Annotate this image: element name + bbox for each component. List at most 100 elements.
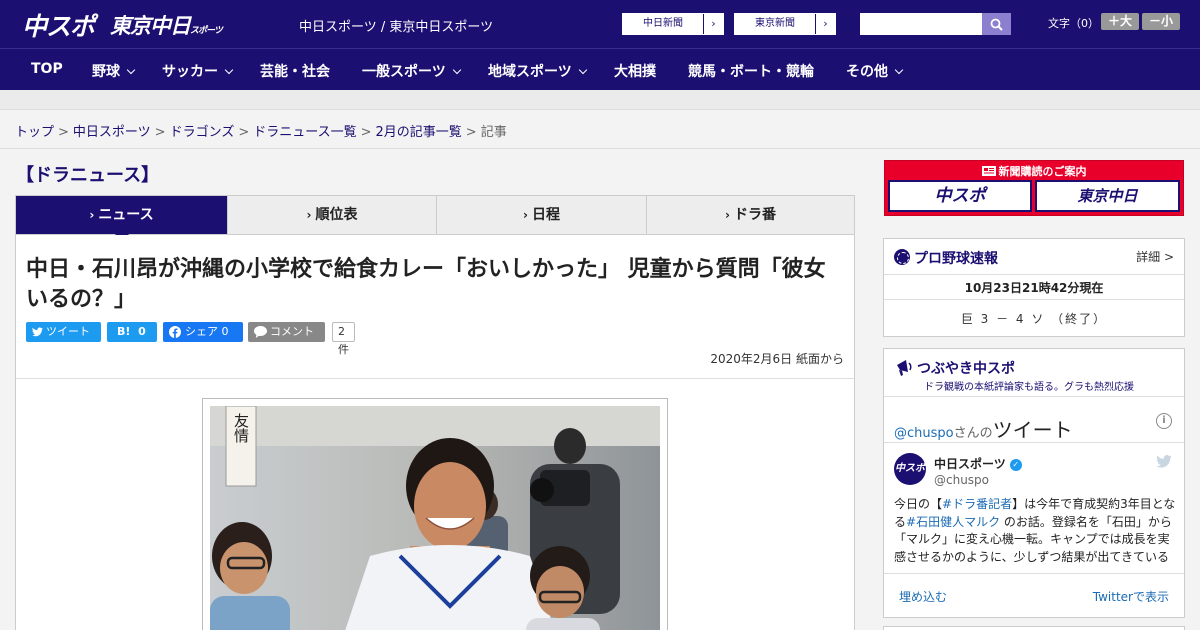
view-on-twitter-link[interactable]: Twitterで表示 bbox=[1093, 588, 1169, 605]
tokyo-chunichi-logo[interactable]: 東京中日スポーツ bbox=[110, 10, 223, 40]
nav-item-label: 芸能・社会 bbox=[260, 64, 330, 80]
breadcrumb-separator: > bbox=[465, 125, 477, 140]
tokyo-shimbun-link-label: 東京新聞 bbox=[755, 18, 795, 29]
breadcrumb-dragons[interactable]: ドラゴンズ bbox=[170, 125, 235, 140]
game-score[interactable]: 巨 3 － 4 ソ （終了） bbox=[884, 310, 1184, 327]
nav-item-label: 大相撲 bbox=[614, 64, 656, 80]
search-input[interactable] bbox=[860, 13, 982, 35]
nav-item-soccer[interactable]: サッカー bbox=[162, 61, 234, 81]
info-icon[interactable]: i bbox=[1156, 413, 1172, 429]
hatena-count: 0 bbox=[138, 325, 146, 338]
article-headline: 中日・石川昂が沖縄の小学校で給食カレー「おいしかった」 児童から質問「彼女いるの… bbox=[26, 257, 826, 312]
photo-sign-text: 友情 bbox=[232, 413, 250, 444]
timeline-handle[interactable]: @chuspoさんのツイート bbox=[894, 414, 1073, 443]
facebook-share-label: シェア bbox=[185, 325, 218, 338]
nav-item-label: 地域スポーツ bbox=[488, 64, 572, 80]
nav-item-others[interactable]: その他 bbox=[846, 61, 904, 81]
breadcrumb-chunichi-sports[interactable]: 中日スポーツ bbox=[73, 125, 151, 140]
comment-button[interactable]: コメント bbox=[248, 322, 325, 342]
tweet-account-name[interactable]: 中日スポーツ ✓ bbox=[934, 455, 1022, 472]
chevron-down-icon bbox=[894, 65, 904, 75]
twitter-widget-header: つぶやき中スポ ドラ観戦の本紙評論家も語る。グラも熱烈応援 bbox=[884, 349, 1184, 397]
font-size-label: 文字（0） bbox=[1048, 17, 1099, 30]
nav-item-top[interactable]: TOP bbox=[31, 61, 63, 77]
article-photo[interactable]: 友情 bbox=[210, 406, 660, 630]
nav-item-baseball[interactable]: 野球 bbox=[92, 61, 136, 81]
chevron-down-icon bbox=[578, 65, 587, 75]
pro-baseball-details-link[interactable]: 詳細 > bbox=[1136, 248, 1174, 265]
section-title: 【ドラニュース】 bbox=[16, 165, 160, 186]
hashtag-link[interactable]: #ドラ番記者 bbox=[942, 497, 1012, 511]
avatar[interactable]: 中スポ bbox=[894, 453, 926, 485]
nav-item-sumo[interactable]: 大相撲 bbox=[614, 61, 656, 81]
tokyo-shimbun-link[interactable]: 東京新聞 › bbox=[734, 13, 836, 35]
facebook-icon bbox=[169, 326, 181, 338]
timeline-title: @chuspoさんのツイート i bbox=[884, 397, 1184, 443]
breadcrumb-top[interactable]: トップ bbox=[15, 125, 54, 140]
tab-label: ドラ番 bbox=[733, 207, 776, 223]
tweet-text: 今日の【#ドラ番記者】は今年で育成契約3年目となる#石田健人マルク のお話。登録… bbox=[894, 496, 1176, 566]
score-timestamp: 10月23日21時42分現在 bbox=[964, 281, 1104, 295]
divider bbox=[884, 299, 1184, 300]
tweet-button[interactable]: ツイート bbox=[26, 322, 101, 342]
subscription-banner-title: 新聞購読のご案内 bbox=[885, 163, 1183, 179]
verified-badge-icon: ✓ bbox=[1009, 458, 1022, 471]
chevron-right-icon: › bbox=[523, 208, 528, 222]
next-sidebar-box bbox=[883, 626, 1185, 630]
font-size-increase-button[interactable]: ＋大 bbox=[1101, 13, 1139, 30]
twitter-widget-subtitle: ドラ観戦の本紙評論家も語る。グラも熱烈応援 bbox=[924, 382, 1134, 393]
nav-item-label: 野球 bbox=[92, 64, 120, 80]
breadcrumb-current: 記事 bbox=[480, 125, 507, 140]
chevron-down-icon bbox=[126, 65, 136, 75]
breadcrumb-february[interactable]: 2月の記事一覧 bbox=[376, 125, 462, 140]
twitter-bird-icon bbox=[32, 327, 43, 337]
divider bbox=[16, 378, 854, 379]
chevron-right-icon: › bbox=[89, 208, 95, 222]
breadcrumb-separator: > bbox=[58, 125, 69, 140]
article: 中日・石川昂が沖縄の小学校で給食カレー「おいしかった」 児童から質問「彼女いるの… bbox=[15, 235, 855, 630]
article-photo-frame: 友情 bbox=[202, 398, 668, 630]
search-icon bbox=[990, 18, 1003, 31]
breadcrumb-separator: > bbox=[154, 125, 166, 140]
hashtag-link[interactable]: #石田健人マルク bbox=[906, 515, 1000, 529]
hatena-bookmark-button[interactable]: B! 0 bbox=[107, 322, 157, 342]
tab-schedule[interactable]: › 日程 bbox=[436, 196, 646, 234]
site-name[interactable]: 中日スポーツ / 東京中日スポーツ bbox=[299, 16, 493, 35]
breadcrumb-news-list[interactable]: ドラニュース一覧 bbox=[253, 125, 356, 140]
chuspo-logo[interactable]: 中スポ bbox=[22, 7, 95, 43]
twitter-bird-icon[interactable] bbox=[1156, 455, 1172, 468]
breadcrumb: トップ > 中日スポーツ > ドラゴンズ > ドラニュース一覧 >2月の記事一覧 > 記事 bbox=[15, 121, 507, 140]
chevron-right-icon: › bbox=[815, 14, 835, 34]
nav-item-local-sports[interactable]: 地域スポーツ bbox=[488, 61, 587, 81]
tokyo-chunichi-logo-small: スポーツ bbox=[190, 26, 223, 36]
subscription-banner-title-text: 新聞購読のご案内 bbox=[998, 165, 1087, 178]
chuspo-subscription-logo[interactable]: 中スポ bbox=[888, 180, 1032, 212]
nav-item-label: その他 bbox=[846, 64, 888, 80]
chevron-right-icon: › bbox=[703, 14, 723, 34]
tab-label: 日程 bbox=[531, 207, 560, 223]
chunichi-shimbun-link[interactable]: 中日新聞 › bbox=[622, 13, 724, 35]
section-tabs: › ニュース › 順位表 › 日程 › ドラ番 bbox=[15, 195, 855, 241]
facebook-share-button[interactable]: シェア 0 bbox=[163, 322, 243, 342]
photo-illustration: 友情 bbox=[210, 406, 660, 630]
tab-standings[interactable]: › 順位表 bbox=[227, 196, 436, 234]
nav-item-racing[interactable]: 競馬・ボート・競輪 bbox=[688, 61, 814, 81]
nav-item-label: 競馬・ボート・競輪 bbox=[688, 64, 814, 80]
chevron-down-icon bbox=[452, 65, 461, 75]
comment-button-label: コメント bbox=[270, 325, 314, 338]
pro-baseball-title: プロ野球速報 bbox=[914, 251, 998, 267]
search-button[interactable] bbox=[982, 13, 1011, 35]
tokyo-chunichi-subscription-logo[interactable]: 東京中日 bbox=[1035, 180, 1180, 212]
tweet-account-handle[interactable]: @chuspo bbox=[934, 473, 989, 487]
tokyo-chunichi-logo-text: 東京中日 bbox=[110, 14, 191, 38]
nav-item-general-sports[interactable]: 一般スポーツ bbox=[362, 61, 461, 81]
twitter-widget-title: つぶやき中スポ bbox=[917, 361, 1015, 377]
timeline-handle-suffix: さんの bbox=[953, 426, 993, 441]
embed-link[interactable]: 埋め込む bbox=[899, 588, 947, 605]
nav-item-entertainment[interactable]: 芸能・社会 bbox=[260, 61, 330, 81]
nav-item-label: サッカー bbox=[162, 64, 218, 80]
tab-dora-ban[interactable]: › ドラ番 bbox=[646, 196, 854, 234]
subscription-banner[interactable]: 新聞購読のご案内 中スポ 東京中日 bbox=[884, 160, 1184, 216]
font-size-decrease-button[interactable]: －小 bbox=[1142, 13, 1180, 30]
tab-news[interactable]: › ニュース bbox=[16, 196, 227, 241]
